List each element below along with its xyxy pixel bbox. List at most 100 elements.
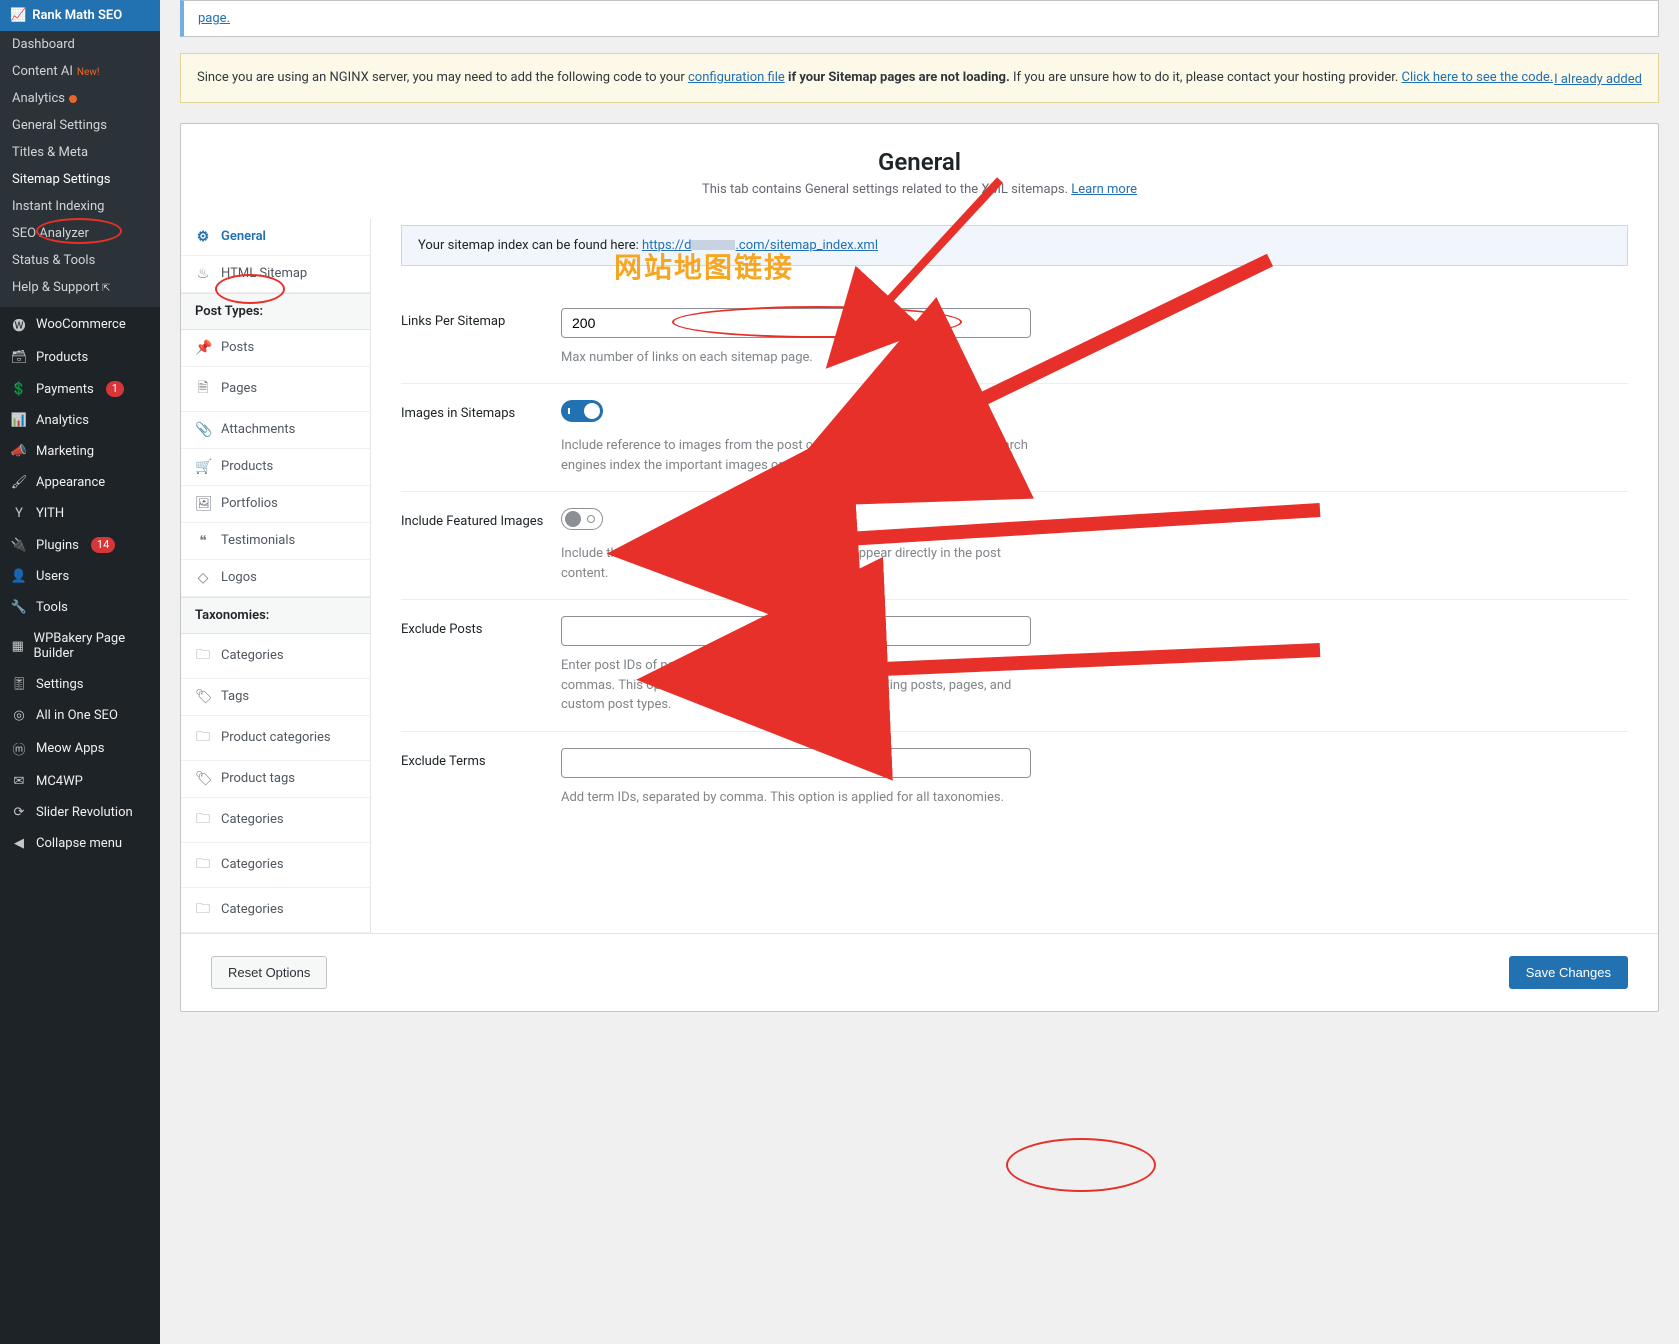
megaphone-icon: 📣 [10,444,28,459]
folder-icon: 🗀 [195,853,211,877]
sidebar-item-slider-revolution[interactable]: ⟳Slider Revolution [0,797,160,828]
sidebar-item-settings[interactable]: 🎚Settings [0,669,160,700]
sidebar-item-mc4wp[interactable]: ✉ MC4WP [0,766,160,797]
woo-icon: 🅦 [10,315,28,334]
sidebar-item-products[interactable]: 🗃Products [0,342,160,373]
sidebar-item-woocommerce[interactable]: 🅦WooCommerce [0,307,160,342]
sidebar-item-sitemap-settings[interactable]: Sitemap Settings [0,166,160,193]
sidebar-item-meow-apps[interactable]: ⓜMeow Apps [0,731,160,766]
tab-categories[interactable]: 🗀Categories [181,634,370,679]
cart-icon: 🛒 [195,459,211,475]
panel-body: ⚙General ♨HTML Sitemap Post Types: 📌Post… [181,219,1658,933]
sidebar-item-label: Payments [36,382,94,397]
user-icon: 👤 [10,569,28,584]
exclude-posts-input[interactable] [561,616,1031,646]
field-help: Max number of links on each sitemap page… [561,348,1041,368]
sidebar-item-status-tools[interactable]: Status & Tools [0,247,160,274]
include-featured-images-toggle[interactable] [561,508,603,530]
sidebar-item-collapse[interactable]: ◀Collapse menu [0,828,160,859]
nginx-notice-text: Since you are using an NGINX server, you… [197,70,688,85]
field-help: Add term IDs, separated by comma. This o… [561,788,1041,808]
sidebar-item-yith[interactable]: YYITH [0,498,160,529]
tab-label: Categories [221,902,284,917]
sidebar-item-all-in-one-seo[interactable]: ◎All in One SEO [0,700,160,731]
sidebar-item-content-ai[interactable]: Content AI New! [0,58,160,85]
field-label: Include Featured Images [401,508,561,583]
field-help: Include the Featured Image too, even if … [561,544,1041,583]
top-notice-link[interactable]: page. [198,11,230,26]
sidebar-item-seo-analyzer[interactable]: SEO Analyzer [0,220,160,247]
nginx-notice-bold: if your Sitemap pages are not loading. [788,70,1010,85]
links-per-sitemap-input[interactable] [561,308,1031,338]
tab-tags[interactable]: 🏷Tags [181,679,370,716]
sidebar-item-wpbakery[interactable]: ▦WPBakery Page Builder [0,623,160,669]
save-changes-button[interactable]: Save Changes [1509,956,1628,989]
sidebar-item-general-settings[interactable]: General Settings [0,112,160,139]
new-badge: New! [77,67,100,78]
tab-portfolios[interactable]: 🖼Portfolios [181,486,370,523]
field-control: Include the Featured Image too, even if … [561,508,1628,583]
sidebar-item-plugins[interactable]: 🔌Plugins14 [0,529,160,561]
sidebar-item-label: Content AI [12,64,73,79]
reset-options-button[interactable]: Reset Options [211,956,327,989]
page-icon: 🗎 [195,377,211,401]
configuration-file-link[interactable]: configuration file [688,70,785,85]
tab-general[interactable]: ⚙ General [181,219,370,256]
gear-icon: ⚙ [195,229,211,245]
sidebar-item-dashboard[interactable]: Dashboard [0,31,160,58]
sidebar-item-analytics-main[interactable]: 📊Analytics [0,405,160,436]
tab-attachments[interactable]: 📎Attachments [181,412,370,449]
count-badge: 1 [106,381,124,397]
tab-testimonials[interactable]: ❝Testimonials [181,523,370,560]
form-column: Your sitemap index can be found here: ht… [371,219,1658,933]
tab-posts[interactable]: 📌Posts [181,330,370,367]
tab-label: Portfolios [221,496,278,511]
sidebar-item-users[interactable]: 👤Users [0,561,160,592]
mc-icon: ✉ [10,774,28,789]
tab-html-sitemap[interactable]: ♨HTML Sitemap [181,256,370,293]
card-icon: 💲 [10,382,28,397]
settings-tabs: ⚙General ♨HTML Sitemap Post Types: 📌Post… [181,219,371,933]
sidebar-item-appearance[interactable]: 🖌Appearance [0,467,160,498]
exclude-terms-input[interactable] [561,748,1031,778]
tab-label: General [221,229,266,244]
tab-label: Pages [221,381,257,396]
tab-product-tags[interactable]: 🏷Product tags [181,761,370,798]
sidebar-item-label: Titles & Meta [12,145,88,160]
tab-pages[interactable]: 🗎 Pages [181,367,370,412]
sidebar-plugin-header[interactable]: 📈 Rank Math SEO [0,0,160,31]
tab-categories-3[interactable]: 🗀Categories [181,843,370,888]
sidebar-item-label: Analytics [36,413,89,428]
tag-icon: 🏷 [195,771,211,787]
sidebar-item-tools[interactable]: 🔧Tools [0,592,160,623]
tab-logos[interactable]: ◇Logos [181,560,370,597]
tab-label: Product categories [221,730,331,745]
tab-product-categories[interactable]: 🗀Product categories [181,716,370,761]
sidebar-item-payments[interactable]: 💲 Payments 1 [0,373,160,405]
already-added-link[interactable]: I already added [1554,70,1642,90]
tab-products[interactable]: 🛒Products [181,449,370,486]
sidebar-item-help-support[interactable]: Help & Support⇱ [0,274,160,301]
learn-more-link[interactable]: Learn more [1071,182,1137,197]
field-exclude-terms: Exclude Terms Add term IDs, separated by… [401,732,1628,824]
sidebar-item-marketing[interactable]: 📣Marketing [0,436,160,467]
tab-label: Categories [221,812,284,827]
images-in-sitemaps-toggle[interactable] [561,400,603,422]
sidebar-item-analytics[interactable]: Analytics [0,85,160,112]
sidebar-item-label: Appearance [36,475,105,490]
sitemap-index-link[interactable]: https://d.com/sitemap_index.xml [642,238,878,253]
count-badge: 14 [91,537,115,553]
tab-categories-2[interactable]: 🗀Categories [181,798,370,843]
tab-categories-4[interactable]: 🗀Categories [181,888,370,933]
see-code-link[interactable]: Click here to see the code. [1402,70,1554,85]
sidebar-item-label: Help & Support [12,280,99,295]
sidebar-item-titles-meta[interactable]: Titles & Meta [0,139,160,166]
field-help: Include reference to images from the pos… [561,436,1041,475]
pin-icon: 📌 [195,340,211,356]
sidebar-item-label: Instant Indexing [12,199,104,214]
panel-description-text: This tab contains General settings relat… [702,182,1071,197]
sidebar-item-instant-indexing[interactable]: Instant Indexing [0,193,160,220]
sidebar-item-label: MC4WP [36,774,83,789]
sitemap-url-banner: Your sitemap index can be found here: ht… [401,225,1628,266]
sidebar-item-label: Meow Apps [36,741,104,756]
